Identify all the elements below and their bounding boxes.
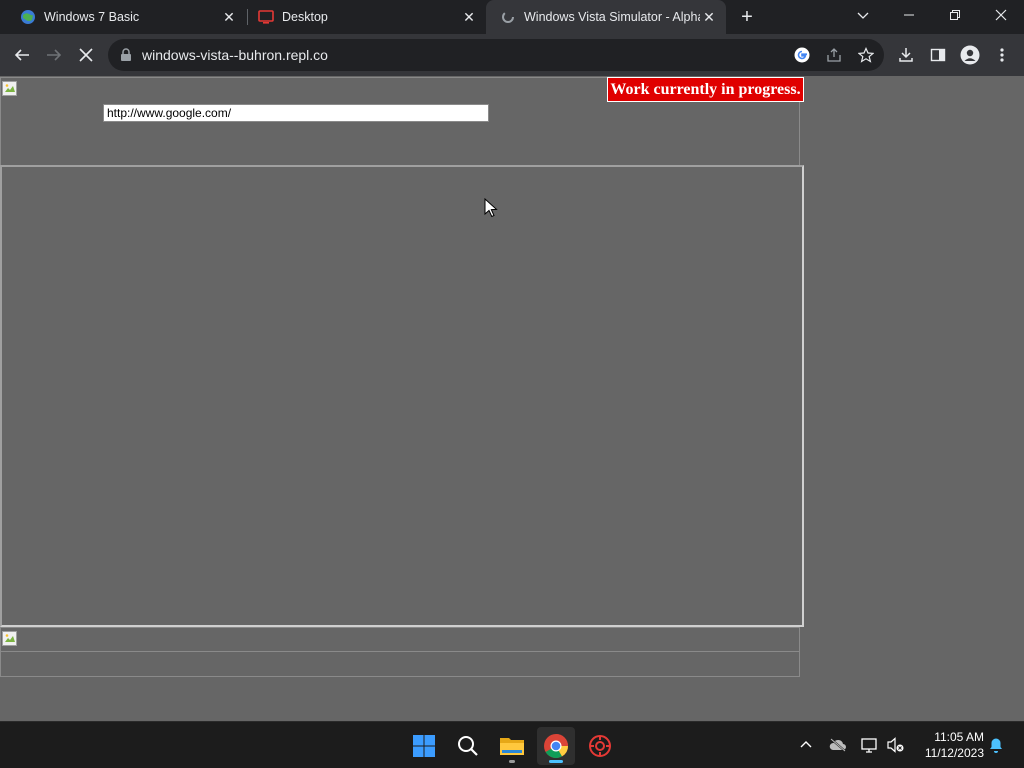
onedrive-tray-button[interactable] (828, 735, 848, 755)
file-explorer-button[interactable] (493, 727, 531, 765)
tab-search-button[interactable] (840, 0, 886, 30)
clock-time: 11:05 AM (934, 730, 984, 744)
download-icon (899, 48, 913, 62)
bookmark-button[interactable] (856, 45, 876, 65)
network-tray-button[interactable] (860, 735, 880, 755)
work-in-progress-badge: Work currently in progress. (607, 77, 804, 102)
minimize-button[interactable] (886, 0, 932, 30)
forward-button[interactable] (40, 41, 68, 69)
close-window-button[interactable] (978, 0, 1024, 30)
simulator-browser-viewport[interactable] (0, 165, 804, 627)
tab-desktop[interactable]: Desktop ✕ (238, 0, 486, 34)
profile-button[interactable] (956, 41, 984, 69)
web-page: http://www.google.com/ Work currently in… (0, 76, 1024, 721)
tab-title: Windows 7 Basic (44, 10, 140, 24)
google-g-icon (794, 47, 810, 63)
active-indicator (549, 760, 563, 763)
back-button[interactable] (8, 41, 36, 69)
bell-icon (990, 738, 1002, 753)
network-ethernet-icon (861, 738, 877, 753)
frame-divider (1, 651, 799, 652)
windows-logo-icon (413, 735, 435, 757)
chevron-up-icon (800, 741, 812, 748)
close-tab-icon[interactable]: ✕ (460, 8, 478, 26)
broken-image-icon (2, 631, 17, 646)
arrow-left-icon (14, 49, 29, 61)
restore-button[interactable] (932, 0, 978, 30)
red-gear-app-icon (589, 735, 611, 757)
globe-favicon-icon (21, 10, 35, 24)
app-taskbar-button[interactable] (581, 727, 619, 765)
loading-favicon-icon (502, 11, 514, 23)
address-bar[interactable]: windows-vista--buhron.repl.co (108, 39, 884, 71)
volume-muted-icon (887, 737, 904, 753)
google-lens-button[interactable] (792, 45, 812, 65)
browser-toolbar: windows-vista--buhron.repl.co (0, 34, 1024, 76)
arrow-right-icon (47, 49, 62, 61)
share-button[interactable] (824, 45, 844, 65)
taskbar-clock[interactable]: 11:05 AM 11/12/2023 (912, 729, 984, 761)
windows-taskbar: 11:05 AM 11/12/2023 (0, 721, 1024, 768)
monitor-favicon-icon (258, 10, 274, 24)
chevron-down-icon (857, 12, 869, 19)
mouse-cursor-icon (484, 198, 498, 218)
close-tab-icon[interactable]: ✕ (700, 8, 718, 26)
new-tab-button[interactable]: + (735, 5, 759, 29)
notifications-button[interactable] (986, 735, 1006, 755)
side-panel-icon (930, 48, 946, 62)
restore-icon (950, 10, 960, 20)
simulator-bottom-frame (0, 627, 800, 677)
start-button[interactable] (405, 727, 443, 765)
tab-title: Windows Vista Simulator - Alpha (524, 10, 700, 24)
search-button[interactable] (449, 727, 487, 765)
stop-loading-button[interactable] (72, 41, 100, 69)
star-icon (858, 47, 874, 63)
chrome-icon (544, 734, 568, 759)
tab-windows-vista-simulator[interactable]: Windows Vista Simulator - Alpha ✕ (486, 0, 726, 34)
chrome-taskbar-button[interactable] (537, 727, 575, 765)
profile-icon (960, 45, 980, 65)
lock-icon (121, 48, 131, 61)
tab-windows-7-basic[interactable]: Windows 7 Basic ✕ (0, 0, 246, 34)
more-vertical-icon (1000, 48, 1004, 62)
downloads-button[interactable] (892, 41, 920, 69)
broken-image-icon (2, 81, 17, 96)
clock-date: 11/12/2023 (924, 746, 984, 760)
search-icon (458, 736, 478, 756)
close-tab-icon[interactable]: ✕ (220, 8, 238, 26)
share-icon (827, 48, 841, 62)
stop-x-icon (79, 48, 93, 62)
menu-button[interactable] (988, 41, 1016, 69)
folder-icon (500, 738, 524, 755)
cloud-offline-icon (829, 738, 846, 752)
volume-tray-button[interactable] (886, 735, 906, 755)
running-indicator (509, 760, 515, 763)
tab-title: Desktop (282, 10, 328, 24)
simulator-address-input[interactable]: http://www.google.com/ (103, 104, 489, 122)
show-hidden-icons-button[interactable] (796, 735, 816, 755)
address-bar-url[interactable]: windows-vista--buhron.repl.co (142, 47, 328, 63)
tab-strip: Windows 7 Basic ✕ Desktop ✕ Windows Vist… (0, 0, 1024, 34)
close-icon (995, 9, 1007, 21)
side-panel-button[interactable] (924, 41, 952, 69)
minimize-icon (904, 14, 914, 16)
